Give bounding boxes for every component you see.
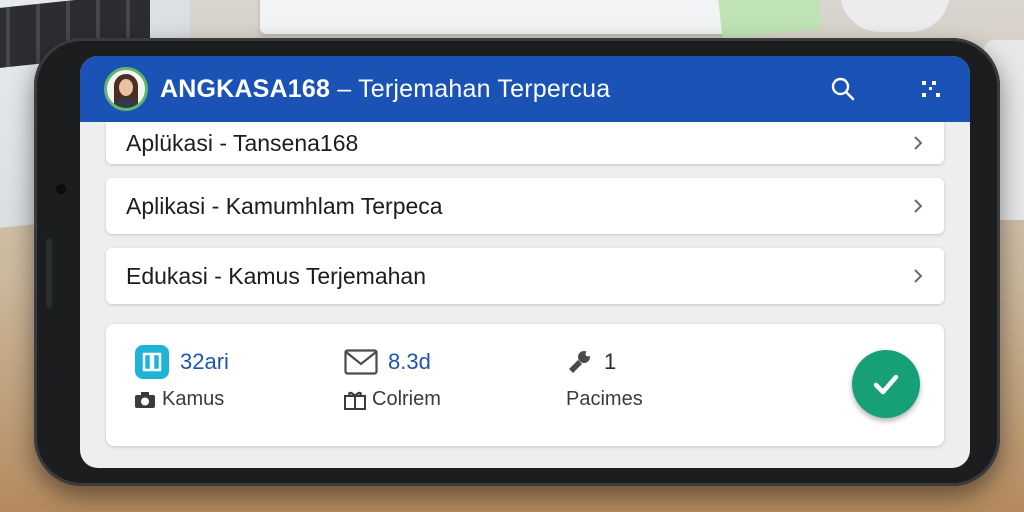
search-button[interactable] (824, 70, 862, 108)
list-item[interactable]: Edukasi - Kamus Terjemahan (106, 248, 944, 304)
gift-icon (344, 391, 366, 410)
phone-screen: ANGKASA168 – Terjemahan Terpercua Aplüka… (80, 56, 970, 468)
app-bar: ANGKASA168 – Terjemahan Terpercua (80, 56, 970, 122)
list-item-label: Aplükasi - Tansena168 (126, 129, 359, 156)
background-notebook (260, 0, 730, 34)
title-separator: – (330, 74, 359, 103)
camera-icon (135, 391, 155, 408)
app-subtitle: Terjemahan Terpercua (358, 74, 611, 103)
chevron-right-icon (914, 136, 923, 150)
stat-pacimes[interactable]: 1 Pacimes (566, 344, 643, 411)
chevron-right-icon (914, 199, 923, 213)
stat-value: 8.3d (388, 349, 431, 374)
user-avatar[interactable] (104, 67, 148, 111)
phone-camera (56, 184, 66, 194)
search-icon (831, 77, 855, 101)
app-title: ANGKASA168 – Terjemahan Terpercua (160, 75, 610, 104)
stats-card: 32ari Kamus 8.3d Colriem 1 Pacimes (106, 324, 944, 446)
app-bar-actions (824, 70, 950, 108)
list-item-label: Aplikasi - Kamumhlam Terpeca (126, 192, 443, 219)
stat-label: Pacimes (566, 388, 643, 410)
stat-kamus[interactable]: 32ari Kamus (134, 344, 229, 411)
phone-device: ANGKASA168 – Terjemahan Terpercua Aplüka… (34, 38, 1000, 486)
chevron-right-icon (914, 269, 923, 283)
stat-colriem[interactable]: 8.3d Colriem (344, 344, 441, 411)
more-button[interactable] (912, 70, 950, 108)
stat-value: 32ari (180, 349, 229, 374)
stat-label: Colriem (372, 388, 441, 410)
dictionary-app-icon (135, 345, 169, 379)
phone-side-button (46, 238, 52, 308)
list-item-label: Edukasi - Kamus Terjemahan (126, 262, 426, 289)
background-sticky-note (718, 0, 822, 40)
confirm-button[interactable] (852, 350, 920, 418)
app-brand: ANGKASA168 (160, 74, 331, 103)
list-item[interactable]: Aplükasi - Tansena168 (106, 122, 944, 164)
tool-icon (569, 351, 591, 373)
menu-list: Aplükasi - Tansena168 Aplikasi - Kamumhl… (106, 122, 944, 318)
mail-icon (344, 349, 378, 375)
background-cup (840, 0, 950, 32)
more-dots-icon (922, 81, 940, 97)
stat-value: 1 (604, 349, 617, 374)
check-icon (873, 374, 899, 395)
list-item[interactable]: Aplikasi - Kamumhlam Terpeca (106, 178, 944, 234)
stat-label: Kamus (162, 388, 225, 410)
